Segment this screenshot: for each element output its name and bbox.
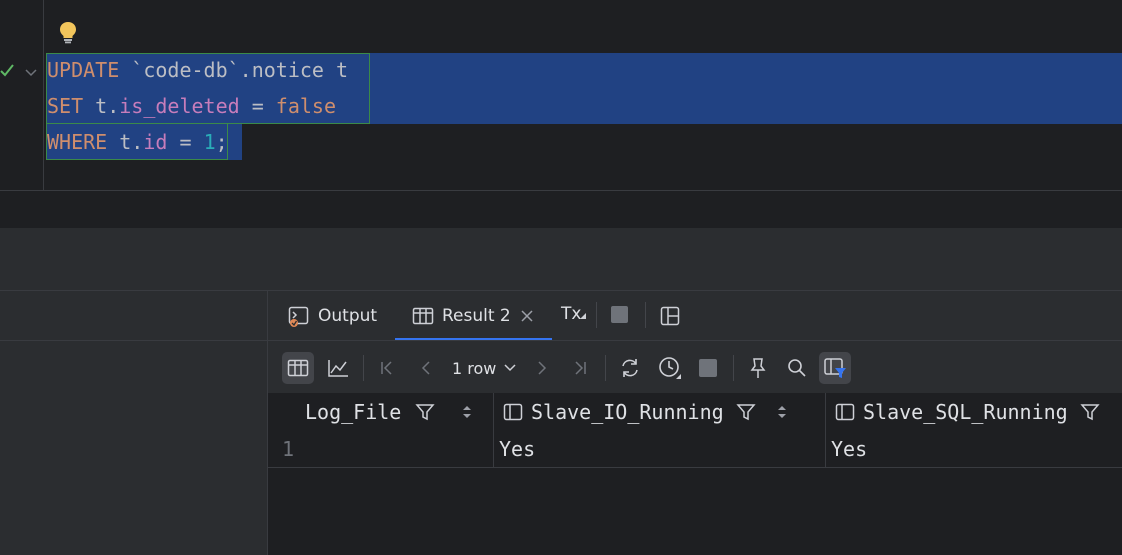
toolbar-separator: [363, 355, 364, 381]
pin-icon: [750, 358, 766, 378]
sql-alias: t.: [107, 130, 144, 154]
code-line[interactable]: UPDATE `code-db`.notice t: [47, 52, 348, 88]
cancel-query-button[interactable]: [692, 352, 724, 384]
column-icon: [503, 403, 523, 421]
sort-icon[interactable]: [461, 404, 473, 420]
rows-label: 1 row: [452, 358, 497, 378]
editor-footer: [0, 191, 1122, 228]
services-tree-panel[interactable]: [0, 290, 267, 555]
table-view-button[interactable]: [282, 352, 314, 384]
chevron-down-icon: [504, 364, 516, 372]
tx-label: Tx: [561, 304, 582, 324]
toolbar-separator: [596, 302, 597, 328]
column-header-slave-sql-running[interactable]: Slave_SQL_Running: [835, 393, 1100, 431]
rows-per-page-select[interactable]: 1 row: [452, 352, 516, 384]
table-row[interactable]: [268, 431, 1122, 467]
sql-alias: t.: [83, 94, 120, 118]
sql-number: 1: [203, 130, 216, 154]
chevron-right-icon: [538, 361, 547, 375]
filter-icon[interactable]: [1080, 402, 1100, 422]
gutter-divider: [43, 0, 44, 190]
last-page-icon: [575, 361, 586, 375]
sql-column: id: [143, 130, 168, 154]
column-icon: [835, 403, 855, 421]
stop-icon[interactable]: [611, 306, 628, 323]
history-button[interactable]: [654, 352, 686, 384]
transaction-mode-icon[interactable]: Tx: [561, 304, 587, 324]
layout-icon[interactable]: [660, 306, 680, 330]
first-page-button[interactable]: [371, 352, 403, 384]
previous-page-button[interactable]: [410, 352, 442, 384]
first-page-icon: [381, 361, 392, 375]
pin-button[interactable]: [742, 352, 774, 384]
sql-identifier: `code-db`.notice t: [119, 58, 349, 82]
column-header-log-file[interactable]: Log_File: [305, 393, 473, 431]
toolbar-separator: [733, 355, 734, 381]
toolbar-separator: [645, 302, 646, 328]
sql-keyword: UPDATE: [47, 58, 120, 82]
search-button[interactable]: [781, 352, 813, 384]
chevron-left-icon: [421, 361, 430, 375]
sql-column: is_deleted: [119, 94, 240, 118]
table-cell[interactable]: Yes: [831, 431, 867, 467]
sql-operator: =: [239, 94, 276, 118]
stop-icon: [699, 359, 717, 377]
chart-icon: [328, 360, 348, 377]
column-header-label: Slave_SQL_Running: [863, 400, 1068, 424]
table-icon: [412, 307, 434, 325]
sql-keyword: WHERE: [47, 130, 108, 154]
last-page-button[interactable]: [564, 352, 596, 384]
column-header-slave-io-running[interactable]: Slave_IO_Running: [503, 393, 788, 431]
filter-view-button[interactable]: [819, 352, 851, 384]
panel-gap: [0, 228, 1122, 290]
filter-icon[interactable]: [736, 402, 756, 422]
clock-icon: [659, 357, 681, 379]
refresh-button[interactable]: [614, 352, 646, 384]
lightbulb-icon[interactable]: [58, 20, 78, 44]
filter-icon[interactable]: [415, 402, 435, 422]
search-icon: [788, 359, 806, 377]
table-icon: [287, 359, 309, 377]
refresh-icon: [622, 359, 638, 377]
column-divider[interactable]: [493, 393, 494, 467]
sql-keyword: SET: [47, 94, 84, 118]
column-header-label: Slave_IO_Running: [531, 400, 724, 424]
chart-view-button[interactable]: [322, 352, 354, 384]
sort-icon[interactable]: [776, 404, 788, 420]
tabs-border: [268, 340, 1122, 341]
next-page-button[interactable]: [526, 352, 558, 384]
fold-chevron-icon[interactable]: [24, 64, 38, 77]
code-line[interactable]: SET t.is_deleted = false: [47, 88, 336, 124]
tab-output[interactable]: Output: [288, 292, 377, 340]
sql-keyword: false: [275, 94, 337, 118]
panel-divider: [0, 340, 267, 341]
tab-output-label: Output: [318, 306, 378, 326]
console-output-icon: [288, 306, 309, 327]
table-cell[interactable]: [305, 431, 313, 467]
column-divider[interactable]: [825, 393, 826, 467]
grid-empty-area: [268, 467, 1122, 555]
close-tab-icon[interactable]: [520, 305, 536, 325]
sql-operator: =: [167, 130, 204, 154]
column-header-label: Log_File: [305, 400, 402, 424]
checkmark-icon: [0, 62, 14, 78]
tab-result-2[interactable]: Result 2: [412, 292, 511, 340]
sql-semicolon: ;: [215, 130, 228, 154]
table-cell[interactable]: Yes: [499, 431, 535, 467]
row-number: 1: [282, 437, 295, 461]
code-line[interactable]: WHERE t.id = 1;: [47, 124, 228, 160]
toolbar-separator: [605, 355, 606, 381]
tab-result-label: Result 2: [442, 306, 511, 326]
column-filter-icon: [824, 358, 846, 378]
